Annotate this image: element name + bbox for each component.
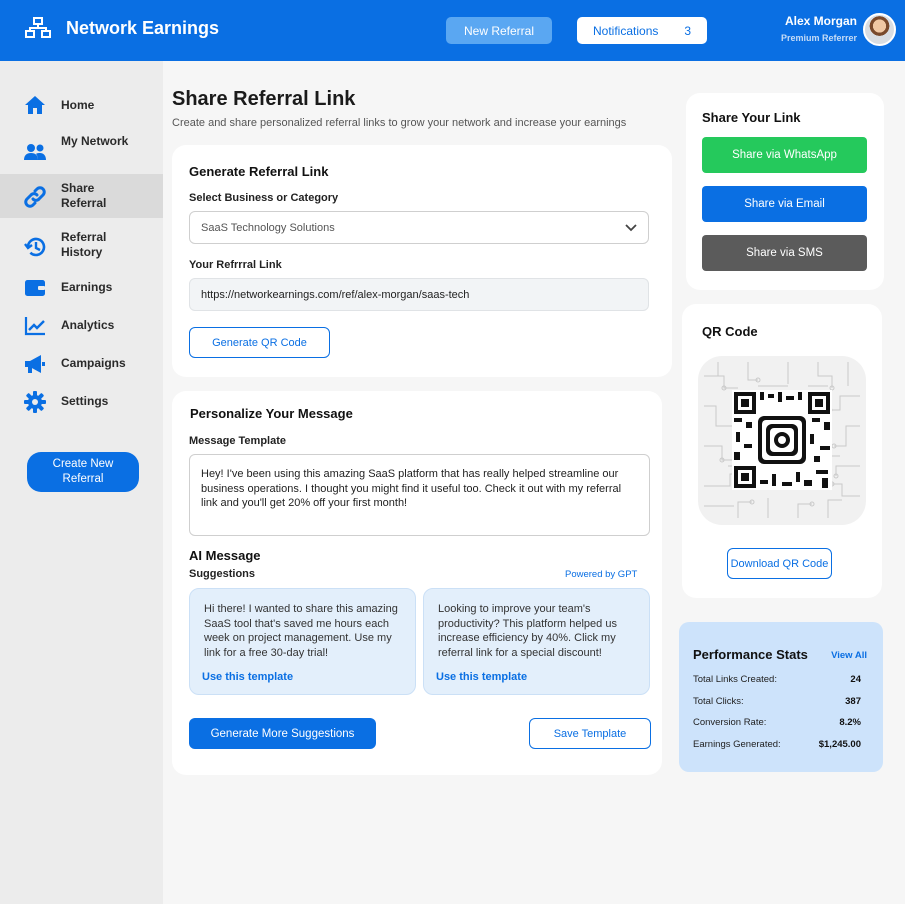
sidebar-item-label: Referral History: [61, 230, 107, 259]
ai-suggestions-label: Suggestions: [189, 568, 256, 580]
gear-icon: [24, 391, 46, 413]
stat-value: 24: [850, 674, 861, 685]
message-template-textarea[interactable]: Hey! I've been using this amazing SaaS p…: [189, 454, 650, 536]
stat-value: 8.2%: [839, 717, 861, 728]
page-subtitle: Create and share personalized referral l…: [172, 117, 627, 129]
suggestion-text: Looking to improve your team's productiv…: [438, 603, 617, 659]
performance-stats-title: Performance Stats: [693, 647, 808, 662]
save-template-button[interactable]: Save Template: [529, 718, 651, 749]
generate-qr-button[interactable]: Generate QR Code: [189, 327, 330, 358]
stat-label: Total Clicks:: [693, 696, 744, 707]
notifications-button[interactable]: Notifications 3: [577, 17, 707, 44]
share-sms-button[interactable]: Share via SMS: [702, 235, 867, 271]
generate-link-title: Generate Referral Link: [189, 164, 329, 179]
stat-label: Earnings Generated:: [693, 739, 781, 750]
sidebar: Home My Network Share Referral Referral …: [0, 61, 163, 904]
user-name: Alex Morgan: [784, 14, 857, 28]
sidebar-item-referral-history[interactable]: Referral History: [0, 226, 163, 268]
suggestion-card: Hi there! I wanted to share this amazing…: [189, 588, 416, 695]
stat-value: 387: [845, 696, 861, 707]
app-title: Network Earnings: [66, 18, 220, 38]
sidebar-item-label: Home: [61, 98, 95, 112]
chart-icon: [24, 315, 46, 337]
sidebar-item-my-network[interactable]: My Network: [0, 131, 163, 173]
notifications-label: Notifications: [593, 23, 659, 38]
select-value: SaaS Technology Solutions: [201, 221, 335, 234]
referral-link-label: Your Refrrral Link: [189, 259, 282, 271]
share-whatsapp-button[interactable]: Share via WhatsApp: [702, 137, 867, 173]
share-email-button[interactable]: Share via Email: [702, 186, 867, 222]
history-icon: [24, 236, 46, 258]
wallet-icon: [24, 277, 46, 299]
users-icon: [24, 141, 46, 163]
sidebar-item-label: Earnings: [61, 280, 113, 294]
suggestion-card: Looking to improve your team's productiv…: [423, 588, 650, 695]
referral-link-field[interactable]: https://networkearnings.com/ref/alex-mor…: [189, 278, 649, 311]
network-logo-icon: [25, 17, 51, 38]
create-new-referral-button[interactable]: Create New Referral: [27, 452, 139, 492]
performance-stats-card: Performance Stats View All Total Links C…: [679, 622, 883, 772]
sidebar-item-settings[interactable]: Settings: [0, 389, 163, 415]
use-template-link[interactable]: Use this template: [202, 671, 293, 683]
sidebar-item-label: Settings: [61, 394, 109, 408]
page-title: Share Referral Link: [172, 88, 356, 110]
sidebar-item-earnings[interactable]: Earnings: [0, 275, 163, 301]
view-all-link[interactable]: View All: [831, 650, 867, 661]
stat-label: Total Links Created:: [693, 674, 777, 685]
sidebar-item-label: My Network: [61, 134, 129, 148]
business-category-select[interactable]: SaaS Technology Solutions: [189, 211, 649, 244]
suggestion-text: Hi there! I wanted to share this amazing…: [204, 603, 398, 659]
select-label: Select Business or Category: [189, 192, 339, 204]
personalize-title: Personalize Your Message: [190, 406, 353, 421]
notifications-count: 3: [684, 23, 691, 38]
download-qr-button[interactable]: Download QR Code: [727, 548, 832, 579]
qr-code-title: QR Code: [702, 324, 758, 339]
new-referral-button[interactable]: New Referral: [446, 17, 552, 44]
avatar[interactable]: [863, 13, 896, 46]
megaphone-icon: [24, 353, 46, 375]
sidebar-item-analytics[interactable]: Analytics: [0, 313, 163, 339]
top-header: Network Earnings New Referral Notificati…: [0, 0, 905, 61]
generate-more-suggestions-button[interactable]: Generate More Suggestions: [189, 718, 376, 749]
sidebar-item-label: Share Referral: [61, 181, 107, 210]
sidebar-item-label: Analytics: [61, 318, 115, 332]
sidebar-item-share-referral[interactable]: Share Referral: [0, 174, 163, 218]
referral-link-value: https://networkearnings.com/ref/alex-mor…: [201, 288, 470, 301]
link-icon: [24, 186, 46, 208]
user-role: Premium Referrer: [780, 33, 857, 43]
stat-value: $1,245.00: [818, 739, 861, 750]
powered-by-label: Powered by GPT: [565, 569, 638, 580]
template-label: Message Template: [189, 435, 287, 447]
chevron-down-icon: [625, 223, 637, 231]
ai-message-title: AI Message: [189, 548, 261, 563]
sidebar-item-home[interactable]: Home: [0, 89, 163, 121]
stat-label: Conversion Rate:: [693, 717, 767, 728]
share-link-title: Share Your Link: [702, 110, 801, 125]
home-icon: [24, 94, 46, 116]
use-template-link[interactable]: Use this template: [436, 671, 527, 683]
sidebar-item-campaigns[interactable]: Campaigns: [0, 351, 163, 377]
qr-code-image: [698, 356, 866, 525]
sidebar-item-label: Campaigns: [61, 356, 126, 370]
